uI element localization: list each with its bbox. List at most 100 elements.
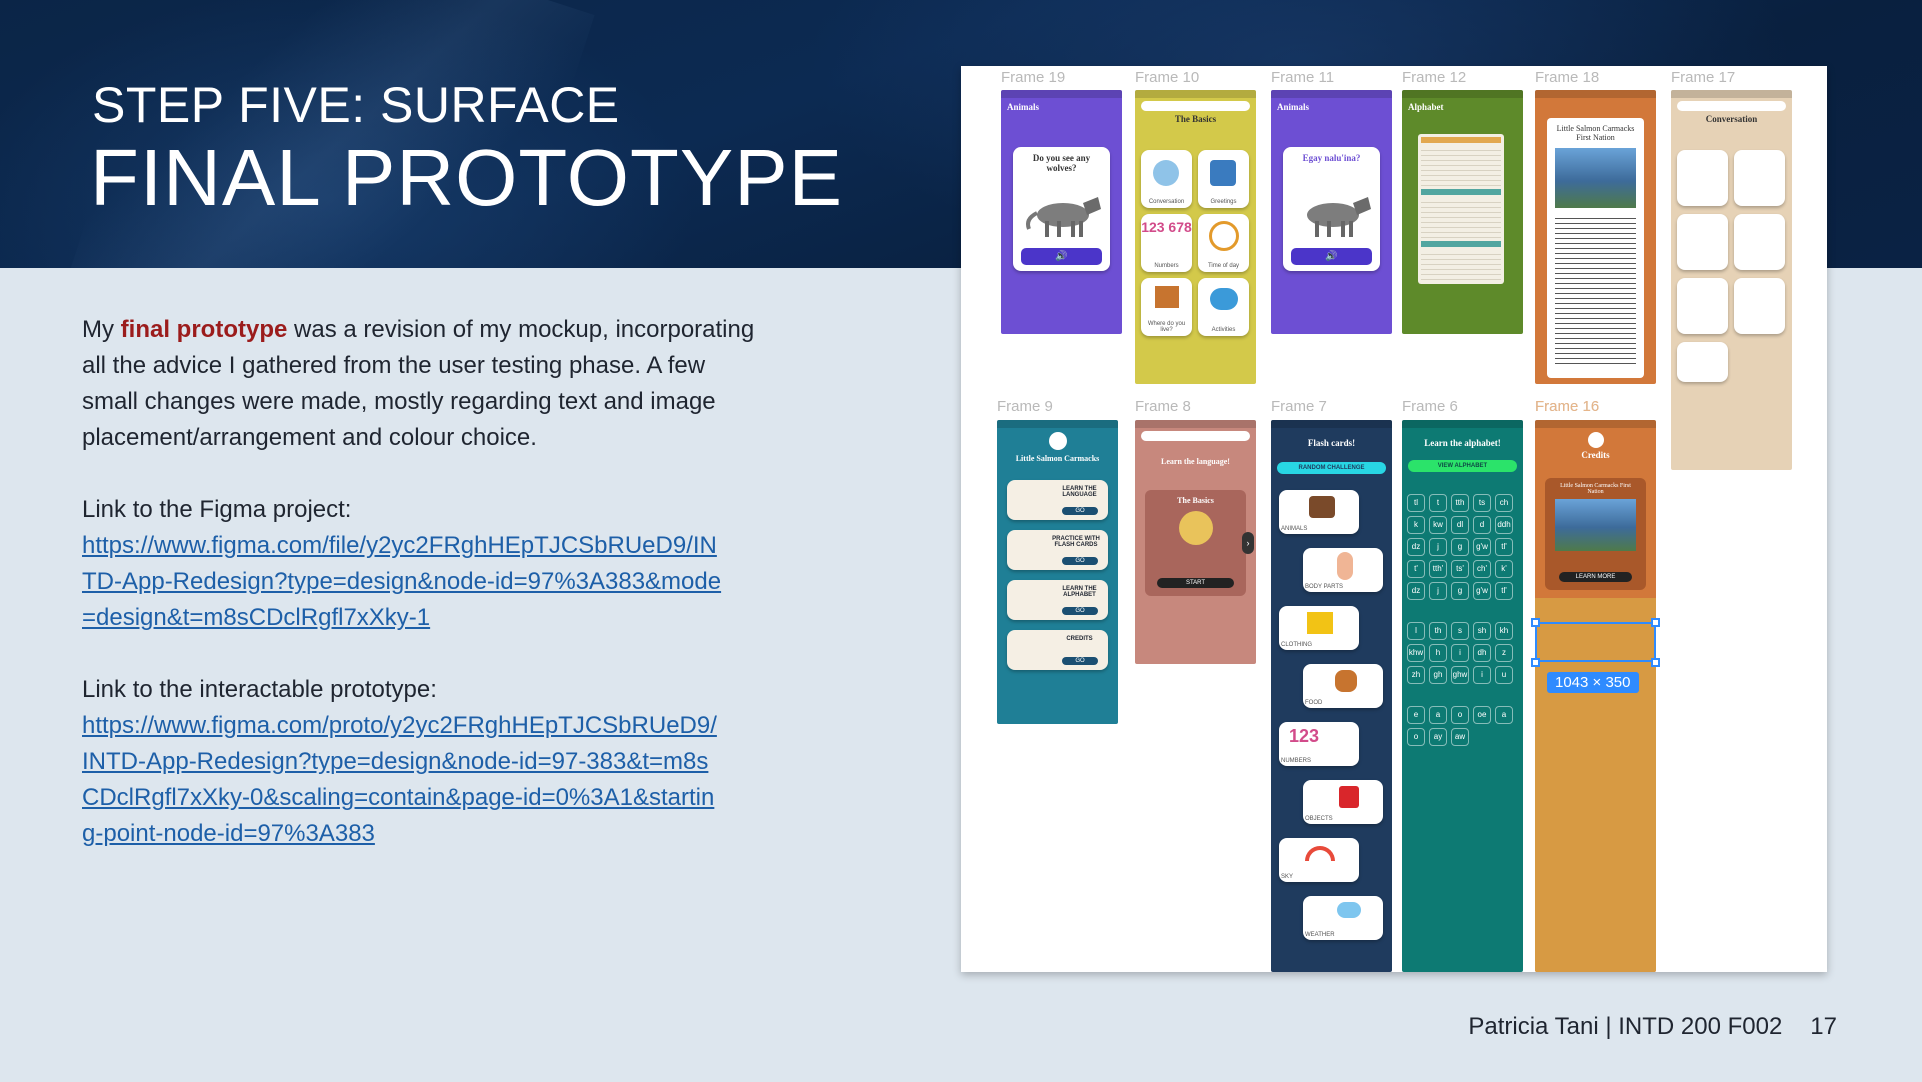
- alphabet-cell[interactable]: ch: [1495, 494, 1513, 512]
- alphabet-cell[interactable]: tl': [1495, 538, 1513, 556]
- alphabet-cell[interactable]: khw: [1407, 644, 1425, 662]
- conversation-card-6[interactable]: [1734, 278, 1785, 334]
- random-challenge-button[interactable]: RANDOM CHALLENGE: [1277, 462, 1386, 474]
- selection-handle-br[interactable]: [1651, 658, 1660, 667]
- basics-tile-activities[interactable]: Activities: [1198, 278, 1249, 336]
- flash-card-sky[interactable]: SKY: [1279, 838, 1359, 882]
- alphabet-cell[interactable]: zh: [1407, 666, 1425, 684]
- basics-tile-time[interactable]: Time of day: [1198, 214, 1249, 272]
- alphabet-cell[interactable]: g: [1451, 582, 1469, 600]
- selection-handle-bl[interactable]: [1531, 658, 1540, 667]
- flash-card-objects[interactable]: OBJECTS: [1303, 780, 1383, 824]
- home-flash-cards-button[interactable]: PRACTICE WITH FLASH CARDS GO: [1007, 530, 1108, 570]
- alphabet-cell[interactable]: k: [1407, 516, 1425, 534]
- next-arrow-icon[interactable]: ›: [1242, 532, 1254, 554]
- alphabet-cell[interactable]: dz: [1407, 538, 1425, 556]
- flash-card-clothing[interactable]: CLOTHING: [1279, 606, 1359, 650]
- alphabet-cell[interactable]: kw: [1429, 516, 1447, 534]
- prototype-link[interactable]: https://www.figma.com/proto/y2yc2FRghHEp…: [82, 708, 722, 852]
- alphabet-cell[interactable]: s: [1451, 622, 1469, 640]
- basics-tile-greetings[interactable]: Greetings: [1198, 150, 1249, 208]
- frame-7[interactable]: Flash cards! RANDOM CHALLENGE ANIMALS BO…: [1271, 420, 1392, 972]
- basics-tile-where[interactable]: Where do you live?: [1141, 278, 1192, 336]
- alphabet-cell[interactable]: gh: [1429, 666, 1447, 684]
- conversation-card-7[interactable]: [1677, 342, 1728, 382]
- alphabet-cell[interactable]: g'w: [1473, 538, 1491, 556]
- frame-18[interactable]: Little Salmon Carmacks First Nation: [1535, 90, 1656, 384]
- frame-17[interactable]: Conversation: [1671, 90, 1792, 470]
- alphabet-cell[interactable]: aw: [1451, 728, 1469, 746]
- alphabet-cell[interactable]: e: [1407, 706, 1425, 724]
- figma-project-link[interactable]: https://www.figma.com/file/y2yc2FRghHEpT…: [82, 528, 722, 636]
- alphabet-cell[interactable]: l: [1407, 622, 1425, 640]
- alphabet-cell[interactable]: a: [1495, 706, 1513, 724]
- alphabet-cell[interactable]: tth: [1451, 494, 1469, 512]
- alphabet-cell[interactable]: ghw: [1451, 666, 1469, 684]
- alphabet-cell[interactable]: g'w: [1473, 582, 1491, 600]
- flash-card-weather[interactable]: WEATHER: [1303, 896, 1383, 940]
- learn-search-bar[interactable]: [1141, 431, 1250, 441]
- alphabet-cell[interactable]: dz: [1407, 582, 1425, 600]
- alphabet-cell[interactable]: o: [1451, 706, 1469, 724]
- wolf-audio-button[interactable]: 🔊: [1021, 248, 1102, 265]
- conversation-card-5[interactable]: [1677, 278, 1728, 334]
- home-learn-language-button[interactable]: LEARN THE LANGUAGE GO: [1007, 480, 1108, 520]
- conversation-card-4[interactable]: [1734, 214, 1785, 270]
- alphabet-cell[interactable]: tl': [1495, 582, 1513, 600]
- flash-card-animals[interactable]: ANIMALS: [1279, 490, 1359, 534]
- basics-tile-conversation[interactable]: Conversation: [1141, 150, 1192, 208]
- home-credits-button[interactable]: CREDITS GO: [1007, 630, 1108, 670]
- alphabet-cell[interactable]: a: [1429, 706, 1447, 724]
- frame-6[interactable]: Learn the alphabet! VIEW ALPHABET tl t tth…: [1402, 420, 1523, 972]
- wolf-audio-button-2[interactable]: 🔊: [1291, 248, 1372, 265]
- frame-9[interactable]: Little Salmon Carmacks LEARN THE LANGUAG…: [997, 420, 1118, 724]
- alphabet-cell[interactable]: tth': [1429, 560, 1447, 578]
- alphabet-cell[interactable]: kh: [1495, 622, 1513, 640]
- conversation-card-2[interactable]: [1734, 150, 1785, 206]
- alphabet-cell[interactable]: h: [1429, 644, 1447, 662]
- alphabet-cell[interactable]: g: [1451, 538, 1469, 556]
- learn-basics-card[interactable]: The Basics START: [1145, 490, 1246, 596]
- frame-16[interactable]: Credits Little Salmon Carmacks First Nat…: [1535, 420, 1656, 972]
- frame-19[interactable]: Animals Do you see any wolves? 🔊: [1001, 90, 1122, 334]
- conversation-search-bar[interactable]: [1677, 101, 1786, 111]
- view-alphabet-button[interactable]: VIEW ALPHABET: [1408, 460, 1517, 472]
- alphabet-cell[interactable]: t': [1407, 560, 1425, 578]
- alphabet-cell[interactable]: ddh: [1495, 516, 1513, 534]
- learn-start-button[interactable]: START: [1157, 578, 1234, 588]
- alphabet-cell[interactable]: i: [1473, 666, 1491, 684]
- alphabet-cell[interactable]: u: [1495, 666, 1513, 684]
- flash-card-numbers[interactable]: 123 NUMBERS: [1279, 722, 1359, 766]
- alphabet-cell[interactable]: ts': [1451, 560, 1469, 578]
- conversation-card-1[interactable]: [1677, 150, 1728, 206]
- learn-more-button[interactable]: LEARN MORE: [1559, 572, 1632, 582]
- alphabet-cell[interactable]: oe: [1473, 706, 1491, 724]
- alphabet-cell[interactable]: z: [1495, 644, 1513, 662]
- conversation-card-3[interactable]: [1677, 214, 1728, 270]
- alphabet-cell[interactable]: t: [1429, 494, 1447, 512]
- alphabet-cell[interactable]: sh: [1473, 622, 1491, 640]
- alphabet-cell[interactable]: ch': [1473, 560, 1491, 578]
- selection-box[interactable]: [1535, 622, 1656, 662]
- alphabet-cell[interactable]: ay: [1429, 728, 1447, 746]
- alphabet-cell[interactable]: o: [1407, 728, 1425, 746]
- alphabet-cell[interactable]: dl: [1451, 516, 1469, 534]
- alphabet-cell[interactable]: k': [1495, 560, 1513, 578]
- frame-10[interactable]: The Basics Conversation Greetings 123 67…: [1135, 90, 1256, 384]
- flash-card-body-parts[interactable]: BODY PARTS: [1303, 548, 1383, 592]
- alphabet-cell[interactable]: d: [1473, 516, 1491, 534]
- flash-card-food[interactable]: FOOD: [1303, 664, 1383, 708]
- basics-tile-numbers[interactable]: 123 678 Numbers: [1141, 214, 1192, 272]
- alphabet-cell[interactable]: j: [1429, 538, 1447, 556]
- alphabet-cell[interactable]: i: [1451, 644, 1469, 662]
- alphabet-cell[interactable]: j: [1429, 582, 1447, 600]
- frame-12[interactable]: Alphabet: [1402, 90, 1523, 334]
- selection-handle-tl[interactable]: [1531, 618, 1540, 627]
- selection-handle-tr[interactable]: [1651, 618, 1660, 627]
- alphabet-cell[interactable]: th: [1429, 622, 1447, 640]
- frame-8[interactable]: Learn the language! The Basics START ›: [1135, 420, 1256, 664]
- alphabet-cell[interactable]: dh: [1473, 644, 1491, 662]
- frame-11[interactable]: Animals Egay nalu'ina? 🔊: [1271, 90, 1392, 334]
- alphabet-cell[interactable]: tl: [1407, 494, 1425, 512]
- home-alphabet-button[interactable]: LEARN THE ALPHABET GO: [1007, 580, 1108, 620]
